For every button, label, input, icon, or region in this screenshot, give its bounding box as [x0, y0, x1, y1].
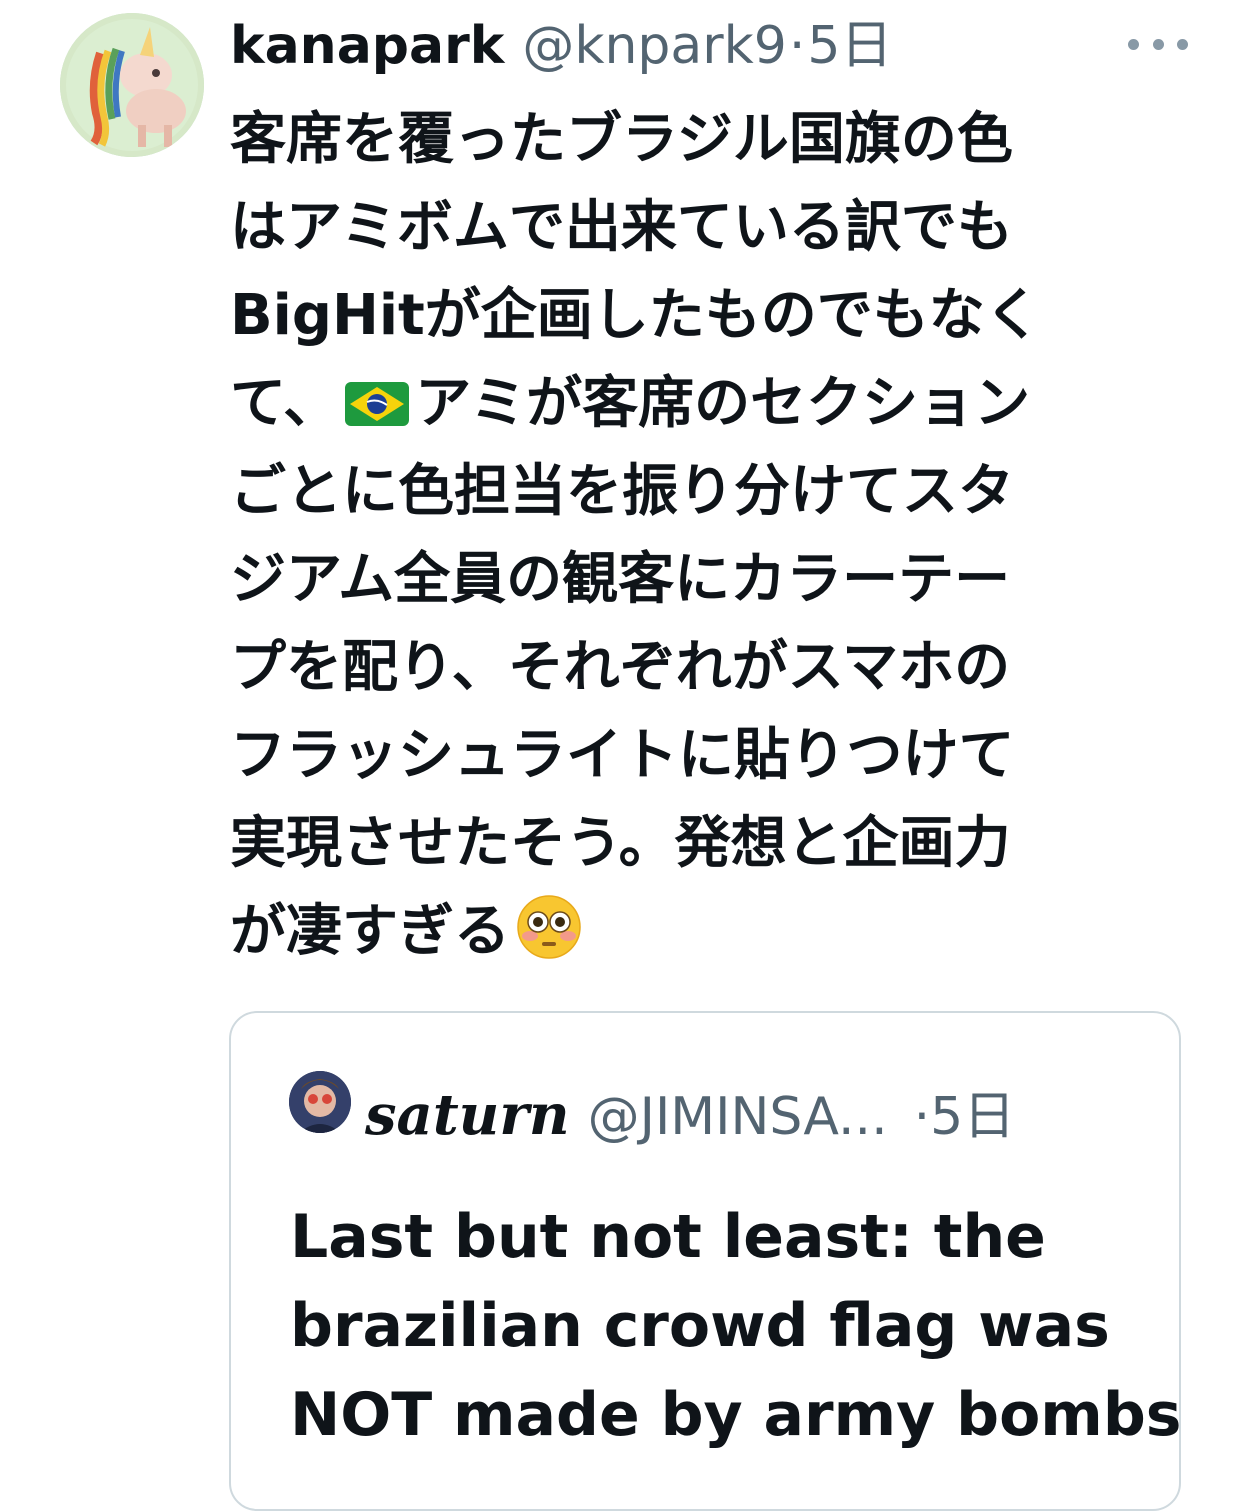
author-avatar[interactable] [60, 13, 204, 157]
more-horizontal-icon[interactable] [1128, 24, 1188, 64]
header-separator: · [788, 16, 806, 76]
tweet-timestamp[interactable]: 5日 [807, 10, 892, 82]
tweet-header: kanapark @knpark9 · 5日 [230, 10, 892, 82]
tweet-text: 客席を覆ったブラジル国旗の色 はアミボムで出来ている訳でも BigHitが企画し… [230, 96, 1160, 976]
brazil-flag-emoji [345, 382, 410, 426]
quoted-text-line: Last but not least: the [290, 1202, 1046, 1272]
quoted-tweet-header: saturn @JIMINSA... · 5日 [365, 1079, 1015, 1151]
tweet-text-line: プを配り、それぞれがスマホの [230, 635, 1011, 700]
tweet-text-line: 実現させたそう。発想と企画力 [230, 811, 1011, 876]
tweet-text-line: が凄すぎる [230, 888, 1160, 976]
tweet-text-line: 客席を覆ったブラジル国旗の色 [230, 107, 1013, 172]
quoted-author-avatar[interactable] [289, 1071, 351, 1133]
tweet-text-segment: が凄すぎる [230, 899, 510, 964]
quoted-author-display-name[interactable]: saturn [365, 1079, 570, 1151]
quoted-text-line: NOT made by army bombs [290, 1380, 1182, 1450]
tweet-text-line: BigHitが企画したものでもなく [230, 283, 1041, 348]
tweet-text-segment: て、 [230, 371, 340, 436]
portrait-avatar-image [289, 1071, 351, 1133]
quoted-text-line: brazilian crowd flag was [290, 1291, 1110, 1361]
tweet-text-line: はアミボムで出来ている訳でも [230, 195, 1013, 260]
tweet-text-segment: アミが客席のセクション [415, 371, 1031, 436]
flushed-face-emoji [516, 894, 582, 960]
tweet[interactable]: kanapark @knpark9 · 5日 客席を覆ったブラジル国旗の色 はア… [0, 0, 1242, 1511]
unicorn-avatar-image [60, 13, 204, 157]
quoted-author-handle[interactable]: @JIMINSA... [588, 1081, 888, 1153]
quoted-tweet-timestamp[interactable]: 5日 [930, 1081, 1015, 1153]
tweet-text-line: フラッシュライトに貼りつけて [230, 723, 1015, 788]
tweet-text-line: ごとに色担当を振り分けてスタ [230, 459, 1014, 524]
quoted-tweet-text: Last but not least: the brazilian crowd … [290, 1193, 1182, 1460]
quoted-tweet-card[interactable]: saturn @JIMINSA... · 5日 Last but not lea… [229, 1011, 1181, 1511]
tweet-text-line: ジアム全員の観客にカラーテー [230, 547, 1011, 612]
author-display-name[interactable]: kanapark [230, 10, 504, 82]
tweet-text-line: て、 アミが客席のセクション [230, 360, 1160, 448]
quoted-header-separator: · [913, 1087, 931, 1147]
author-handle[interactable]: @knpark9 [522, 10, 787, 82]
